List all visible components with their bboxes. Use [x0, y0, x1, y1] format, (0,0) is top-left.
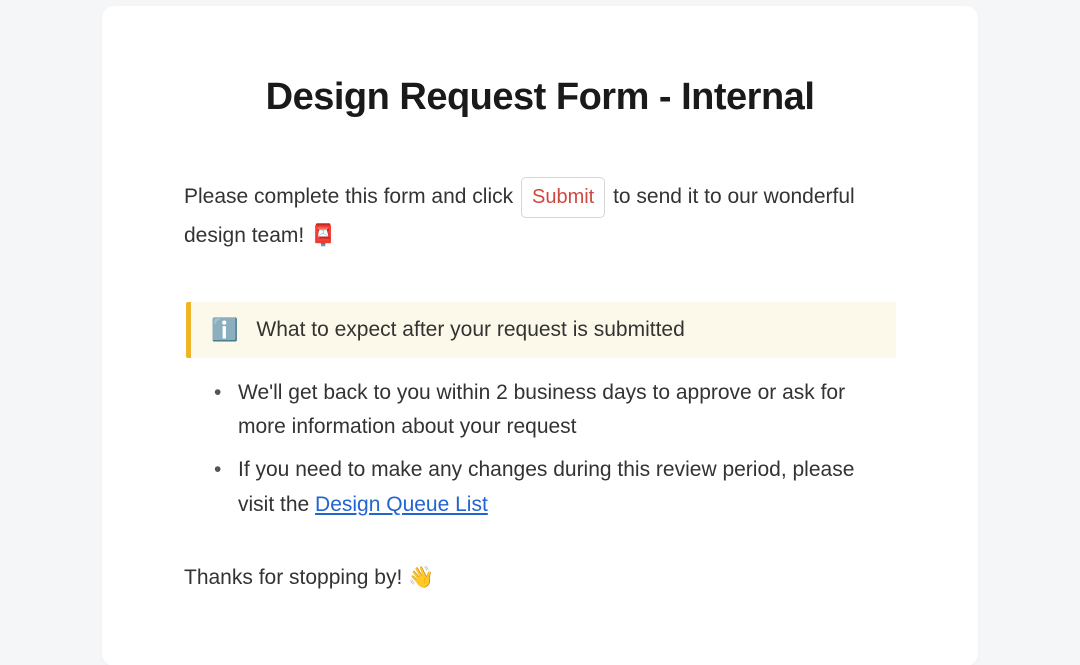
mailbox-icon: 📮 [310, 224, 336, 247]
submit-button[interactable]: Submit [521, 177, 605, 218]
list-item: If you need to make any changes during t… [210, 453, 896, 522]
wave-icon: 👋 [408, 566, 434, 589]
page-title: Design Request Form - Internal [184, 76, 896, 119]
info-icon: ℹ️ [211, 319, 238, 341]
intro-paragraph: Please complete this form and click Subm… [184, 177, 896, 254]
expectations-list: We'll get back to you within 2 business … [210, 376, 896, 523]
page-background: Design Request Form - Internal Please co… [0, 0, 1080, 665]
closing-message: Thanks for stopping by! [184, 566, 408, 589]
form-card: Design Request Form - Internal Please co… [102, 6, 978, 665]
list-item-text: We'll get back to you within 2 business … [238, 381, 845, 439]
info-callout: ℹ️ What to expect after your request is … [186, 302, 896, 358]
design-queue-link[interactable]: Design Queue List [315, 493, 488, 516]
list-item: We'll get back to you within 2 business … [210, 376, 896, 445]
info-callout-text: What to expect after your request is sub… [256, 318, 684, 342]
closing-text: Thanks for stopping by! 👋 [184, 566, 896, 590]
intro-text-before: Please complete this form and click [184, 185, 519, 208]
